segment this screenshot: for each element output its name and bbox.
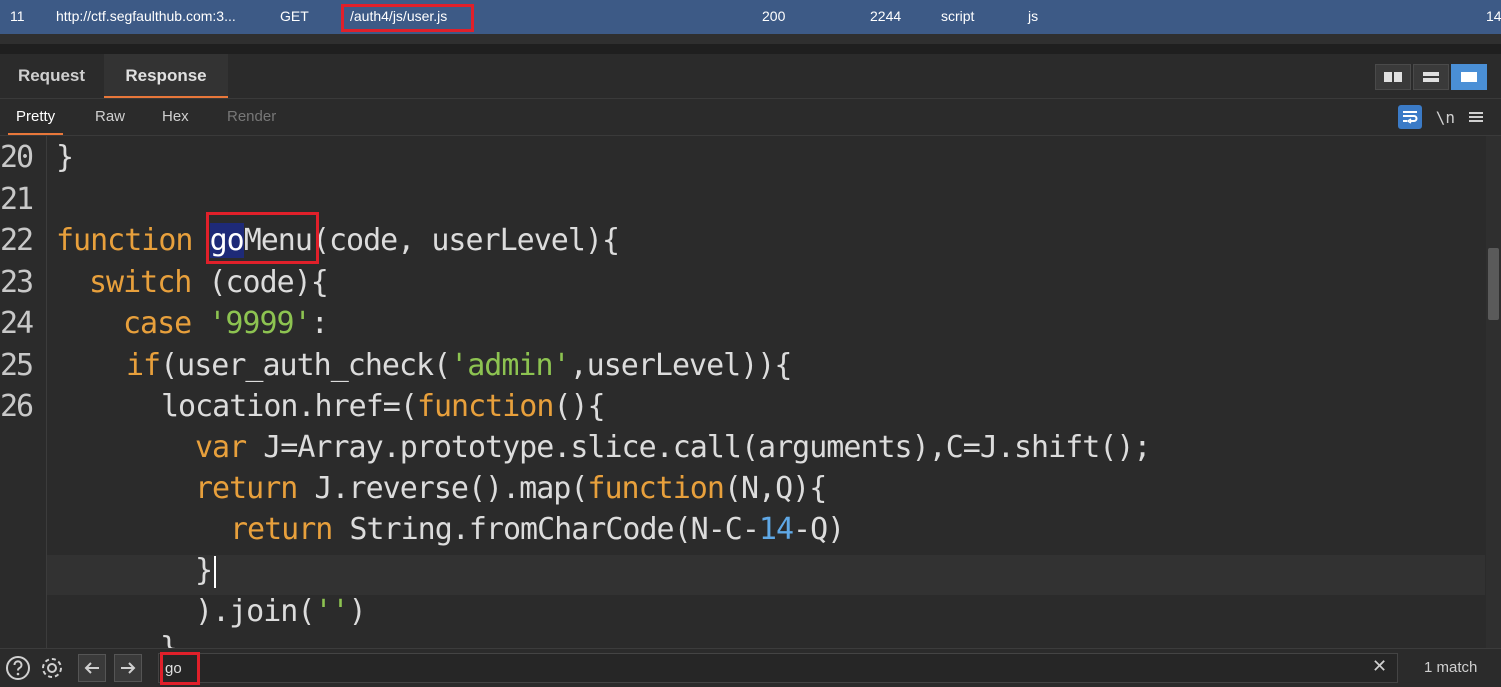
newline-toggle[interactable]: \n bbox=[1436, 108, 1455, 127]
history-row-selected[interactable]: 11 http://ctf.segfaulthub.com:3... GET /… bbox=[0, 0, 1501, 34]
line-number: 22 bbox=[0, 223, 34, 258]
row-status: 200 bbox=[762, 8, 786, 24]
help-icon[interactable] bbox=[4, 654, 32, 682]
response-editor[interactable]: 20 21 22 23 24 25 26 } function goMenu(c… bbox=[0, 136, 1501, 648]
code-line: if(user_auth_check('admin',userLevel)){ bbox=[126, 348, 792, 383]
next-match-button[interactable] bbox=[114, 654, 142, 682]
code-line: switch (code){ bbox=[89, 265, 329, 300]
search-input[interactable] bbox=[158, 653, 1398, 683]
text-cursor bbox=[214, 555, 217, 588]
scrollbar-thumb[interactable] bbox=[1488, 248, 1499, 320]
row-length: 2244 bbox=[870, 8, 902, 24]
line-number-gutter: 20 21 22 23 24 25 26 bbox=[0, 136, 47, 648]
current-line-highlight bbox=[47, 555, 1485, 595]
code-line: } bbox=[56, 140, 74, 175]
search-bar: ✕ 1 match bbox=[0, 648, 1501, 687]
code-line-wrapped: return J.reverse().map(function(N,Q){ bbox=[195, 471, 827, 506]
line-number: 26 bbox=[0, 389, 34, 424]
word-wrap-icon[interactable] bbox=[1397, 105, 1422, 129]
clear-search-icon[interactable]: ✕ bbox=[1372, 656, 1387, 677]
previous-match-button[interactable] bbox=[78, 654, 106, 682]
tab-request[interactable]: Request bbox=[0, 54, 103, 98]
view-options: \n bbox=[1397, 105, 1483, 129]
match-count: 1 match bbox=[1424, 659, 1478, 676]
code-line: location.href=(function(){ bbox=[161, 389, 606, 424]
line-number: 21 bbox=[0, 182, 34, 217]
tab-hex[interactable]: Hex bbox=[162, 99, 189, 135]
split-vertical-icon[interactable] bbox=[1413, 64, 1449, 90]
view-tabbar: Pretty Raw Hex Render \n bbox=[0, 99, 1501, 136]
code-line: function goMenu(code, userLevel){ bbox=[56, 223, 620, 258]
split-horizontal-icon[interactable] bbox=[1375, 64, 1411, 90]
options-menu-icon[interactable] bbox=[1469, 107, 1483, 128]
code-line-wrapped: var J=Array.prototype.slice.call(argumen… bbox=[195, 430, 1151, 465]
code-line-wrapped: ).join('') bbox=[195, 594, 367, 629]
single-pane-icon[interactable] bbox=[1451, 64, 1487, 90]
line-number: 23 bbox=[0, 265, 34, 300]
code-line-wrapped: } bbox=[160, 631, 178, 648]
row-extension: js bbox=[1028, 8, 1039, 24]
message-tabbar: Request Response bbox=[0, 54, 1501, 99]
code-line-wrapped: return String.fromCharCode(N-C-14-Q) bbox=[230, 512, 845, 547]
history-row-next[interactable] bbox=[0, 34, 1501, 44]
tab-pretty[interactable]: Pretty bbox=[7, 99, 64, 135]
layout-buttons bbox=[1375, 64, 1487, 90]
line-number: 25 bbox=[0, 348, 34, 383]
row-method: GET bbox=[280, 8, 309, 24]
row-tail: 14 bbox=[1486, 8, 1501, 24]
editor-scrollbar[interactable] bbox=[1486, 136, 1501, 648]
panel-divider[interactable] bbox=[0, 44, 1501, 54]
code-line-wrapped: } bbox=[195, 553, 217, 588]
row-url: /auth4/js/user.js bbox=[350, 8, 448, 24]
search-match: go bbox=[209, 223, 245, 258]
tab-render[interactable]: Render bbox=[227, 99, 276, 135]
line-number: 20 bbox=[0, 140, 34, 175]
row-mime: script bbox=[941, 8, 975, 24]
code-line: case '9999': bbox=[123, 306, 329, 341]
gear-icon[interactable] bbox=[38, 654, 66, 682]
tab-raw[interactable]: Raw bbox=[95, 99, 125, 135]
row-index: 11 bbox=[10, 8, 25, 24]
line-number: 24 bbox=[0, 306, 34, 341]
tab-response[interactable]: Response bbox=[104, 54, 228, 98]
row-host: http://ctf.segfaulthub.com:3... bbox=[56, 8, 236, 24]
